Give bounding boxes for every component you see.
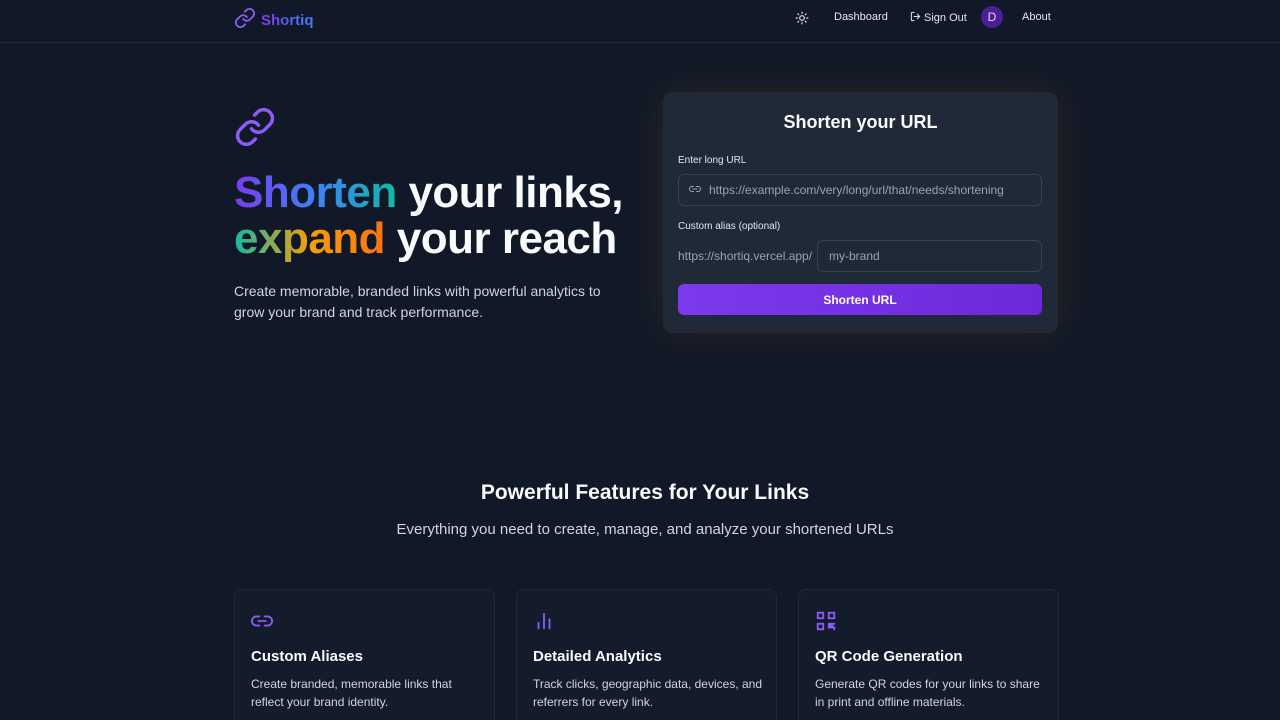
brand-name: Shortiq (261, 12, 314, 29)
hero-title: Shorten your links, expand your reach (234, 170, 654, 262)
hero-link-icon (234, 104, 276, 155)
hero-title-text-2: your reach (385, 214, 617, 263)
feature-title: Custom Aliases (251, 648, 363, 665)
input-link-icon (689, 183, 701, 198)
feature-description: Create branded, memorable links that ref… (251, 677, 452, 709)
user-avatar[interactable]: D (981, 6, 1003, 28)
feature-card-detailed-analytics: Detailed Analytics Track clicks, geograp… (516, 589, 777, 720)
sign-out-label: Sign Out (924, 12, 967, 24)
feature-card-qr-code-generation: QR Code Generation Generate QR codes for… (798, 589, 1059, 720)
qr-code-icon (815, 610, 837, 637)
hero-subtitle: Create memorable, branded links with pow… (234, 283, 601, 320)
long-url-label: Enter long URL (678, 155, 747, 166)
custom-alias-label: Custom alias (optional) (678, 221, 781, 232)
hero-title-highlight-1: Shorten (234, 168, 397, 217)
features-subtitle: Everything you need to create, manage, a… (396, 521, 894, 538)
hero-title-highlight-2: expand (234, 214, 386, 263)
alias-placeholder: my-brand (829, 249, 880, 263)
feature-description: Track clicks, geographic data, devices, … (533, 677, 763, 709)
nav-about-link[interactable]: About (1022, 11, 1051, 23)
theme-toggle-sun-icon[interactable] (795, 11, 809, 25)
link-icon (234, 7, 256, 34)
feature-card-custom-aliases: Custom Aliases Create branded, memorable… (234, 589, 495, 720)
top-navbar: Shortiq Dashboard Sign Out D About (0, 0, 1280, 43)
hero-title-text-1: your links, (396, 168, 624, 217)
brand-logo[interactable]: Shortiq (234, 7, 314, 34)
bar-chart-icon (533, 610, 555, 637)
nav-sign-out-button[interactable]: Sign Out (910, 11, 967, 25)
card-title: Shorten your URL (783, 112, 938, 132)
long-url-input[interactable]: https://example.com/very/long/url/that/n… (678, 174, 1042, 206)
nav-dashboard-link[interactable]: Dashboard (834, 11, 888, 23)
feature-title: QR Code Generation (815, 648, 963, 665)
long-url-placeholder: https://example.com/very/long/url/that/n… (709, 183, 1004, 197)
features-title: Powerful Features for Your Links (480, 481, 810, 504)
link-icon (251, 610, 273, 637)
custom-alias-input[interactable]: my-brand (817, 240, 1042, 272)
shorten-url-card: Shorten your URL Enter long URL https://… (663, 92, 1058, 333)
alias-prefix: https://shortiq.vercel.app/ (678, 249, 813, 263)
shorten-url-button[interactable]: Shorten URL (678, 284, 1042, 315)
feature-description: Generate QR codes for your links to shar… (815, 677, 1040, 709)
feature-title: Detailed Analytics (533, 648, 662, 665)
log-out-icon (910, 11, 921, 25)
